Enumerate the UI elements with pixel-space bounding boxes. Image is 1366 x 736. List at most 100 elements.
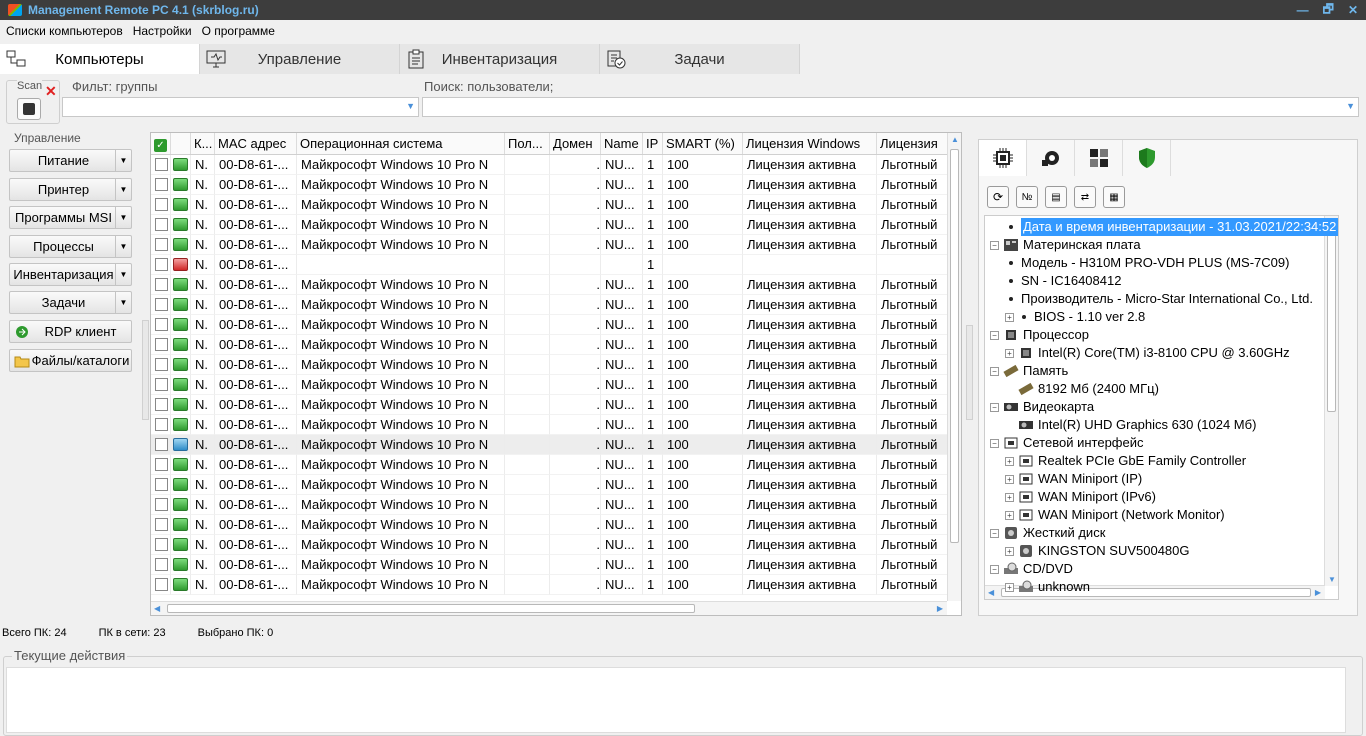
chevron-down-icon[interactable]: ▼	[1346, 101, 1355, 111]
table-row[interactable]: N. 00-D8-61-... Майкрософт Windows 10 Pro …	[151, 195, 949, 215]
checkbox-icon[interactable]	[155, 558, 168, 571]
tree-item[interactable]: Дата и время инвентаризации - 31.03.2021…	[1005, 218, 1338, 236]
expand-toggle-icon[interactable]: +	[1005, 474, 1014, 484]
table-row[interactable]: N. 00-D8-61-... Майкрософт Windows 10 Pro …	[151, 435, 949, 455]
tree-group[interactable]: − Материнская плата	[990, 236, 1141, 254]
checkbox-icon[interactable]	[155, 238, 168, 251]
dropdown-arrow-icon[interactable]: ▼	[115, 292, 131, 313]
checkbox-icon[interactable]	[155, 538, 168, 551]
expand-toggle-icon[interactable]: +	[1005, 546, 1014, 556]
tasks-button[interactable]: Задачи ▼	[9, 291, 132, 314]
minimize-button[interactable]: —	[1297, 3, 1309, 17]
power-button[interactable]: Питание ▼	[9, 149, 132, 172]
table-row[interactable]: N. 00-D8-61-... Майкрософт Windows 10 Pro …	[151, 575, 949, 595]
row-checkbox[interactable]	[151, 215, 171, 235]
expand-toggle-icon[interactable]: +	[1005, 312, 1014, 322]
menu-about[interactable]: О программе	[202, 24, 275, 38]
col-os[interactable]: Операционная система	[297, 133, 505, 154]
row-checkbox[interactable]	[151, 335, 171, 355]
row-checkbox[interactable]	[151, 255, 171, 275]
processes-button[interactable]: Процессы ▼	[9, 235, 132, 258]
row-checkbox[interactable]	[151, 435, 171, 455]
report-button[interactable]: ▤	[1045, 186, 1067, 208]
scroll-right-icon[interactable]: ▶	[1315, 588, 1321, 597]
tree-item[interactable]: Модель - H310M PRO-VDH PLUS (MS-7C09)	[1005, 254, 1289, 272]
checkbox-icon[interactable]	[155, 298, 168, 311]
checkbox-icon[interactable]	[155, 198, 168, 211]
checkbox-icon[interactable]	[155, 478, 168, 491]
scroll-up-icon[interactable]: ▲	[951, 135, 959, 144]
tree-item[interactable]: Производитель - Micro-Star International…	[1005, 290, 1313, 308]
row-checkbox[interactable]	[151, 275, 171, 295]
checkbox-icon[interactable]	[155, 338, 168, 351]
tab-hardware[interactable]	[979, 140, 1027, 176]
row-checkbox[interactable]	[151, 415, 171, 435]
row-checkbox[interactable]	[151, 235, 171, 255]
collapse-toggle-icon[interactable]: −	[990, 240, 999, 250]
tree-item[interactable]: + unknown	[1005, 578, 1090, 596]
collapse-toggle-icon[interactable]: −	[990, 366, 999, 376]
group-filter-combobox[interactable]: ▼	[62, 97, 419, 117]
tree-vertical-scrollbar[interactable]: ▲ ▼	[1324, 216, 1338, 586]
dropdown-arrow-icon[interactable]: ▼	[115, 207, 131, 228]
tree-item[interactable]: + BIOS - 1.10 ver 2.8	[1005, 308, 1145, 326]
checkbox-icon[interactable]	[155, 438, 168, 451]
scroll-down-icon[interactable]: ▼	[1328, 575, 1336, 584]
col-mac[interactable]: MAC адрес	[215, 133, 297, 154]
tab-tasks[interactable]: Задачи	[600, 44, 800, 74]
checkbox-icon[interactable]	[155, 398, 168, 411]
table-row[interactable]: N. 00-D8-61-... Майкрософт Windows 10 Pro …	[151, 315, 949, 335]
collapse-toggle-icon[interactable]: −	[990, 564, 999, 574]
rdp-client-button[interactable]: RDP клиент	[9, 320, 132, 343]
table-row[interactable]: N. 00-D8-61-... Майкрософт Windows 10 Pro …	[151, 175, 949, 195]
dropdown-arrow-icon[interactable]: ▼	[115, 150, 131, 171]
checkbox-icon[interactable]	[155, 498, 168, 511]
expand-toggle-icon[interactable]: +	[1005, 582, 1014, 592]
table-row[interactable]: N. 00-D8-61-... Майкрософт Windows 10 Pro …	[151, 215, 949, 235]
table-row[interactable]: N. 00-D8-61-... Майкрософт Windows 10 Pro …	[151, 555, 949, 575]
dropdown-arrow-icon[interactable]: ▼	[115, 264, 131, 285]
maximize-button[interactable]: 🗗	[1323, 0, 1334, 21]
col-smart[interactable]: SMART (%)	[663, 133, 743, 154]
col-domain[interactable]: Домен	[550, 133, 601, 154]
collapse-toggle-icon[interactable]: −	[990, 330, 999, 340]
table-horizontal-scrollbar[interactable]: ◀ ▶	[151, 601, 947, 615]
tree-group[interactable]: − Видеокарта	[990, 398, 1094, 416]
table-vertical-scrollbar[interactable]: ▲	[947, 133, 961, 601]
table-row[interactable]: N. 00-D8-61-... Майкрософт Windows 10 Pro …	[151, 415, 949, 435]
row-checkbox[interactable]	[151, 175, 171, 195]
table-row[interactable]: N. 00-D8-61-... Майкрософт Windows 10 Pro …	[151, 275, 949, 295]
expand-toggle-icon[interactable]: +	[1005, 348, 1014, 358]
row-checkbox[interactable]	[151, 315, 171, 335]
row-checkbox[interactable]	[151, 475, 171, 495]
row-checkbox[interactable]	[151, 155, 171, 175]
tree-group[interactable]: − Жесткий диск	[990, 524, 1105, 542]
tree-group[interactable]: − Сетевой интерфейс	[990, 434, 1144, 452]
col-win-license[interactable]: Лицензия Windows	[743, 133, 877, 154]
checkbox-icon[interactable]	[155, 518, 168, 531]
tree-item[interactable]: + WAN Miniport (IPv6)	[1005, 488, 1156, 506]
left-splitter[interactable]	[142, 320, 149, 420]
row-checkbox[interactable]	[151, 355, 171, 375]
checkbox-icon[interactable]	[155, 258, 168, 271]
scroll-left-icon[interactable]: ◀	[154, 604, 160, 613]
checkbox-icon[interactable]	[155, 178, 168, 191]
expand-toggle-icon[interactable]: +	[1005, 492, 1014, 502]
number-button[interactable]: №	[1016, 186, 1038, 208]
col-ip[interactable]: IP	[643, 133, 663, 154]
tab-security[interactable]	[1123, 140, 1171, 176]
table-row[interactable]: N. 00-D8-61-... Майкрософт Windows 10 Pro …	[151, 375, 949, 395]
expand-toggle-icon[interactable]: +	[1005, 510, 1014, 520]
files-folders-button[interactable]: Файлы/каталоги	[9, 349, 132, 372]
tree-item[interactable]: + WAN Miniport (Network Monitor)	[1005, 506, 1225, 524]
col-name[interactable]: Name	[601, 133, 643, 154]
inventory-button[interactable]: Инвентаризация ▼	[9, 263, 132, 286]
col-status[interactable]	[171, 133, 191, 154]
expand-toggle-icon[interactable]: +	[1005, 456, 1014, 466]
row-checkbox[interactable]	[151, 195, 171, 215]
table-row[interactable]: N. 00-D8-61-... 1	[151, 255, 949, 275]
menu-settings[interactable]: Настройки	[133, 24, 192, 38]
tree-group[interactable]: − Процессор	[990, 326, 1089, 344]
collapse-toggle-icon[interactable]: −	[990, 438, 999, 448]
table-row[interactable]: N. 00-D8-61-... Майкрософт Windows 10 Pro …	[151, 335, 949, 355]
